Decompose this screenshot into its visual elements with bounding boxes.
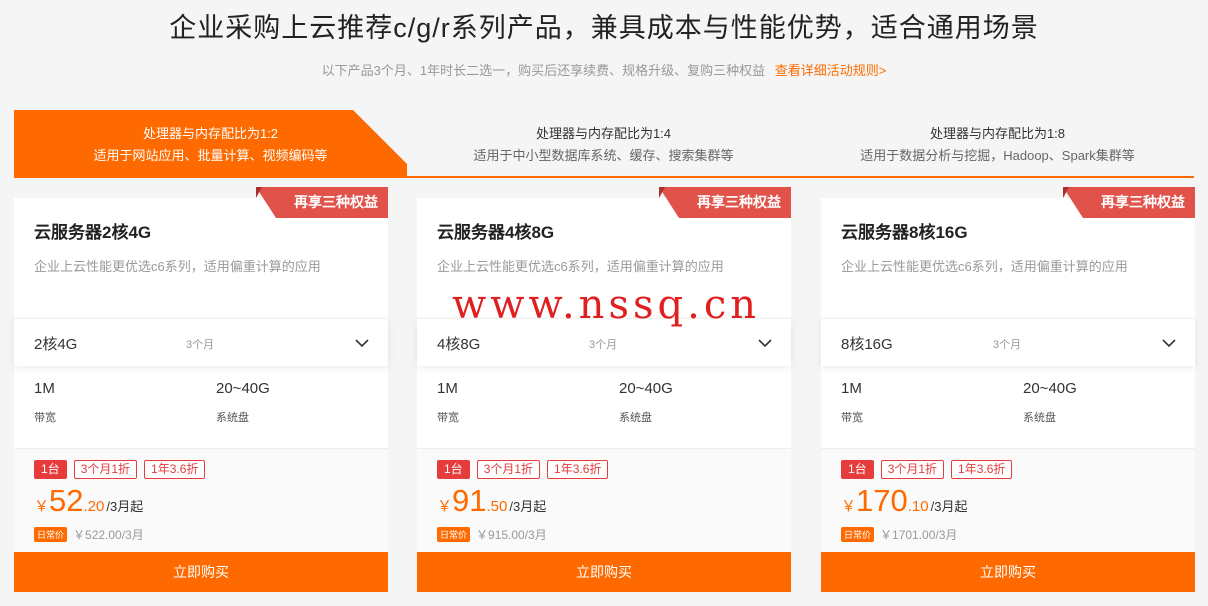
original-price: ￥915.00/3月 <box>476 528 547 542</box>
duration-value: 3个月 <box>186 339 215 351</box>
bandwidth-spec: 1M 带宽 <box>34 380 56 425</box>
price-unit: /3月起 <box>509 499 547 514</box>
price-integer: 52 <box>49 483 84 518</box>
product-name: 云服务器8核16G <box>841 223 968 242</box>
spec-value: 4核8G <box>437 336 481 353</box>
quantity-tag: 1台 <box>841 460 874 479</box>
disk-spec: 20~40G 系统盘 <box>216 380 270 425</box>
tab-ratio-1-4-desc: 适用于中小型数据库系统、缓存、搜索集群等 <box>473 148 734 163</box>
spec-value: 2核4G <box>34 336 78 353</box>
promo-tags: 1台 3个月1折 1年3.6折 <box>437 460 609 479</box>
product-desc: 企业上云性能更优选c6系列，适用偏重计算的应用 <box>437 259 724 274</box>
product-card-4c8g: 再享三种权益 云服务器4核8G 企业上云性能更优选c6系列，适用偏重计算的应用 … <box>417 187 791 592</box>
price-integer: 91 <box>452 483 487 518</box>
buy-now-button[interactable]: 立即购买 <box>821 552 1195 592</box>
page-title: 企业采购上云推荐c/g/r系列产品，兼具成本与性能优势，适合通用场景 <box>169 13 1039 43</box>
tab-ratio-1-8-title: 处理器与内存配比为1:8 <box>929 126 1066 141</box>
price-currency: ￥ <box>437 498 453 515</box>
product-card-8c16g: 再享三种权益 云服务器8核16G 企业上云性能更优选c6系列，适用偏重计算的应用… <box>821 187 1195 592</box>
bandwidth-spec: 1M 带宽 <box>437 380 459 425</box>
benefit-badge: 再享三种权益 <box>1101 194 1185 210</box>
page-subtitle: 以下产品3个月、1年时长二选一，购买后还享续费、规格升级、复购三种权益 查看详细… <box>0 60 1208 79</box>
product-card-2c4g: 再享三种权益 云服务器2核4G 企业上云性能更优选c6系列，适用偏重计算的应用 … <box>14 187 388 592</box>
product-desc: 企业上云性能更优选c6系列，适用偏重计算的应用 <box>34 259 321 274</box>
duration-value: 3个月 <box>993 339 1022 351</box>
bandwidth-label: 带宽 <box>841 412 863 424</box>
quantity-tag: 1台 <box>34 460 67 479</box>
daily-price-badge: 日常价 <box>34 527 68 542</box>
original-price: ￥522.00/3月 <box>73 528 144 542</box>
price-currency: ￥ <box>841 498 857 515</box>
tab-ratio-1-2[interactable]: 处理器与内存配比为1:2 适用于网站应用、批量计算、视频编码等 <box>14 110 407 176</box>
daily-price-badge: 日常价 <box>437 527 471 542</box>
disk-spec: 20~40G 系统盘 <box>1023 380 1077 425</box>
disk-label: 系统盘 <box>216 412 249 424</box>
price-unit: /3月起 <box>930 499 968 514</box>
bandwidth-spec: 1M 带宽 <box>841 380 863 425</box>
subtitle-text: 以下产品3个月、1年时长二选一，购买后还享续费、规格升级、复购三种权益 <box>321 63 766 78</box>
product-name: 云服务器2核4G <box>34 223 152 242</box>
benefit-badge: 再享三种权益 <box>697 194 781 210</box>
bandwidth-value: 1M <box>841 380 862 397</box>
price-currency: ￥ <box>34 498 50 515</box>
disk-label: 系统盘 <box>619 412 652 424</box>
tab-ratio-1-4[interactable]: 处理器与内存配比为1:4 适用于中小型数据库系统、缓存、搜索集群等 <box>407 110 800 176</box>
bandwidth-label: 带宽 <box>437 412 459 424</box>
bandwidth-value: 1M <box>437 380 458 397</box>
chevron-down-icon <box>758 339 772 348</box>
daily-price-badge: 日常价 <box>841 527 875 542</box>
price: ￥52.20/3月起 <box>34 483 143 519</box>
product-name: 云服务器4核8G <box>437 223 555 242</box>
bandwidth-value: 1M <box>34 380 55 397</box>
original-price-row: 日常价 ￥522.00/3月 <box>34 526 144 543</box>
price: ￥170.10/3月起 <box>841 483 967 519</box>
original-price-row: 日常价 ￥915.00/3月 <box>437 526 547 543</box>
disk-value: 20~40G <box>216 380 270 397</box>
benefit-badge: 再享三种权益 <box>294 194 378 210</box>
price-decimal: .10 <box>907 498 929 515</box>
price-unit: /3月起 <box>106 499 144 514</box>
price: ￥91.50/3月起 <box>437 483 546 519</box>
disk-value: 20~40G <box>619 380 673 397</box>
spec-value: 8核16G <box>841 336 893 353</box>
discount-tag-1y: 1年3.6折 <box>144 460 206 479</box>
duration-value: 3个月 <box>589 339 618 351</box>
promo-tags: 1台 3个月1折 1年3.6折 <box>841 460 1013 479</box>
original-price: ￥1701.00/3月 <box>880 528 958 542</box>
buy-now-button[interactable]: 立即购买 <box>14 552 388 592</box>
quantity-tag: 1台 <box>437 460 470 479</box>
spec-dropdown[interactable]: 8核16G 3个月 <box>821 318 1195 366</box>
tab-ratio-1-8-desc: 适用于数据分析与挖掘，Hadoop、Spark集群等 <box>860 148 1135 163</box>
activity-rules-link[interactable]: 查看详细活动规则> <box>775 63 887 78</box>
spec-dropdown[interactable]: 4核8G 3个月 <box>417 318 791 366</box>
discount-tag-3m: 3个月1折 <box>476 460 541 479</box>
ratio-tabs: 处理器与内存配比为1:2 适用于网站应用、批量计算、视频编码等 处理器与内存配比… <box>14 110 1194 178</box>
tab-ratio-1-2-desc: 适用于网站应用、批量计算、视频编码等 <box>93 148 328 163</box>
price-decimal: .20 <box>83 498 105 515</box>
buy-now-button[interactable]: 立即购买 <box>417 552 791 592</box>
price-integer: 170 <box>856 483 908 518</box>
original-price-row: 日常价 ￥1701.00/3月 <box>841 526 957 543</box>
tab-ratio-1-2-title: 处理器与内存配比为1:2 <box>142 126 279 141</box>
discount-tag-1y: 1年3.6折 <box>951 460 1013 479</box>
disk-value: 20~40G <box>1023 380 1077 397</box>
chevron-down-icon <box>1162 339 1176 348</box>
promo-tags: 1台 3个月1折 1年3.6折 <box>34 460 206 479</box>
product-desc: 企业上云性能更优选c6系列，适用偏重计算的应用 <box>841 259 1128 274</box>
tab-ratio-1-4-title: 处理器与内存配比为1:4 <box>535 126 672 141</box>
chevron-down-icon <box>355 339 369 348</box>
discount-tag-3m: 3个月1折 <box>73 460 138 479</box>
tabs-underline <box>14 176 1194 178</box>
discount-tag-1y: 1年3.6折 <box>547 460 609 479</box>
price-decimal: .50 <box>486 498 508 515</box>
discount-tag-3m: 3个月1折 <box>880 460 945 479</box>
disk-label: 系统盘 <box>1023 412 1056 424</box>
tab-ratio-1-8[interactable]: 处理器与内存配比为1:8 适用于数据分析与挖掘，Hadoop、Spark集群等 <box>801 110 1194 176</box>
spec-dropdown[interactable]: 2核4G 3个月 <box>14 318 388 366</box>
bandwidth-label: 带宽 <box>34 412 56 424</box>
disk-spec: 20~40G 系统盘 <box>619 380 673 425</box>
